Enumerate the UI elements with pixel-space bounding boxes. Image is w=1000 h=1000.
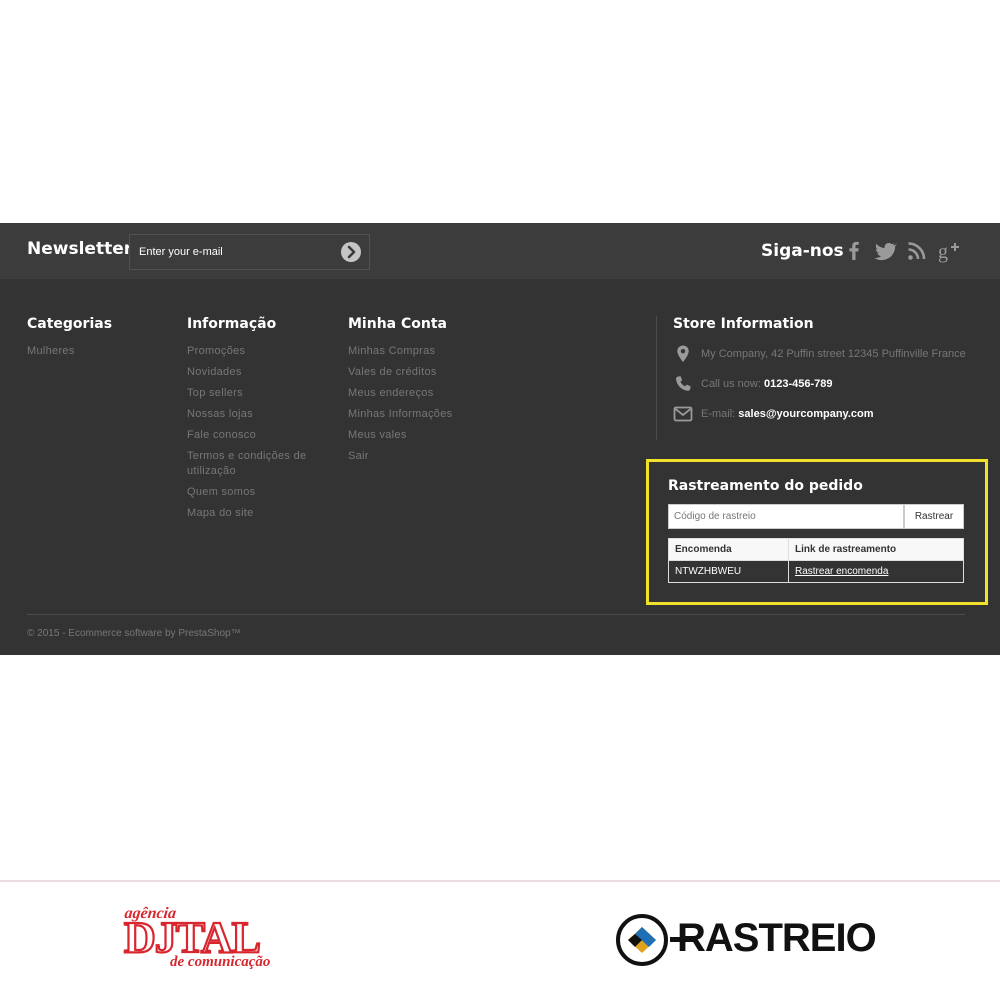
account-link-credit-slips[interactable]: Vales de créditos: [348, 365, 498, 380]
store-email-text: E-mail: sales@yourcompany.com: [701, 408, 874, 420]
twitter-icon[interactable]: [873, 239, 897, 263]
store-phone-label: Call us now:: [701, 378, 761, 390]
rastreio-logo: RASTREIO: [615, 910, 880, 970]
order-tracking-title: Rastreamento do pedido: [668, 478, 863, 494]
info-link-promotions[interactable]: Promoções: [187, 344, 327, 359]
account-link-sign-out[interactable]: Sair: [348, 449, 498, 464]
phone-icon: [673, 374, 693, 397]
categories-title: Categorias: [27, 316, 113, 332]
account-link-addresses[interactable]: Meus endereços: [348, 386, 498, 401]
information-title: Informação: [187, 316, 277, 332]
tracking-link-cell: Rastrear encomenda: [788, 560, 964, 583]
newsletter-title: Newsletter: [27, 239, 133, 259]
track-button[interactable]: Rastrear: [904, 504, 964, 529]
column-header-order: Encomenda: [668, 538, 789, 561]
tracking-table-header: Encomenda Link de rastreamento: [668, 538, 964, 561]
map-marker-icon: [673, 344, 693, 367]
info-link-our-stores[interactable]: Nossas lojas: [187, 407, 327, 422]
rastreio-logo-mark: [616, 914, 668, 966]
agencia-djtal-logo: agência DJTAL de comunicação: [120, 900, 290, 975]
account-link-personal-info[interactable]: Minhas Informações: [348, 407, 498, 422]
svg-text:g: g: [938, 241, 948, 263]
store-email[interactable]: sales@yourcompany.com: [738, 408, 873, 420]
google-plus-icon[interactable]: g: [937, 239, 961, 263]
store-divider: [656, 316, 657, 440]
info-link-sitemap[interactable]: Mapa do site: [187, 506, 327, 521]
info-link-new-products[interactable]: Novidades: [187, 365, 327, 380]
logos-divider: [0, 880, 1000, 882]
account-column: Minha Conta Minhas Compras Vales de créd…: [348, 316, 498, 470]
chevron-right-icon: [347, 245, 356, 259]
footer-divider: [27, 614, 965, 615]
newsletter-input-wrapper: [129, 234, 370, 270]
copyright-text: © 2015 - Ecommerce software by PrestaSho…: [27, 628, 241, 639]
table-row: NTWZHBWEU Rastrear encomenda: [668, 560, 964, 583]
account-link-orders[interactable]: Minhas Compras: [348, 344, 498, 359]
order-tracking-module: Rastreamento do pedido Rastrear Encomend…: [646, 459, 988, 605]
tracking-table: Encomenda Link de rastreamento NTWZHBWEU…: [668, 538, 964, 583]
footer: Categorias Mulheres Informação Promoções…: [0, 279, 1000, 655]
store-email-label: E-mail:: [701, 408, 736, 420]
store-information: Store Information My Company, 42 Puffin …: [673, 316, 973, 422]
info-link-terms[interactable]: Termos e condições de utilização: [187, 449, 327, 479]
store-address: My Company, 42 Puffin street 12345 Puffi…: [701, 348, 966, 360]
store-information-title: Store Information: [673, 316, 814, 332]
categories-column: Categorias Mulheres: [27, 316, 167, 365]
store-phone[interactable]: 0123-456-789: [764, 378, 833, 390]
info-link-contact[interactable]: Fale conosco: [187, 428, 327, 443]
account-title: Minha Conta: [348, 316, 447, 332]
store-phone-text: Call us now: 0123-456-789: [701, 378, 833, 390]
rss-icon[interactable]: [905, 239, 929, 263]
follow-us-title: Siga-nos: [761, 241, 844, 261]
newsletter-bar: Newsletter Siga-nos g: [0, 223, 1000, 279]
column-header-tracking-link: Link de rastreamento: [788, 538, 964, 561]
facebook-icon[interactable]: [842, 239, 866, 263]
rastreio-logo-text: RASTREIO: [677, 916, 877, 960]
order-reference: NTWZHBWEU: [668, 560, 789, 583]
tracking-code-input[interactable]: [668, 504, 904, 529]
information-column: Informação Promoções Novidades Top selle…: [187, 316, 327, 527]
categories-link[interactable]: Mulheres: [27, 344, 167, 359]
newsletter-submit-button[interactable]: [341, 242, 361, 262]
agency-logo-line3: de comunicação: [170, 954, 270, 970]
info-link-top-sellers[interactable]: Top sellers: [187, 386, 327, 401]
track-order-link[interactable]: Rastrear encomenda: [795, 566, 888, 577]
newsletter-email-input[interactable]: [139, 235, 334, 269]
account-link-vouchers[interactable]: Meus vales: [348, 428, 498, 443]
envelope-icon: [673, 404, 693, 427]
info-link-about[interactable]: Quem somos: [187, 485, 327, 500]
